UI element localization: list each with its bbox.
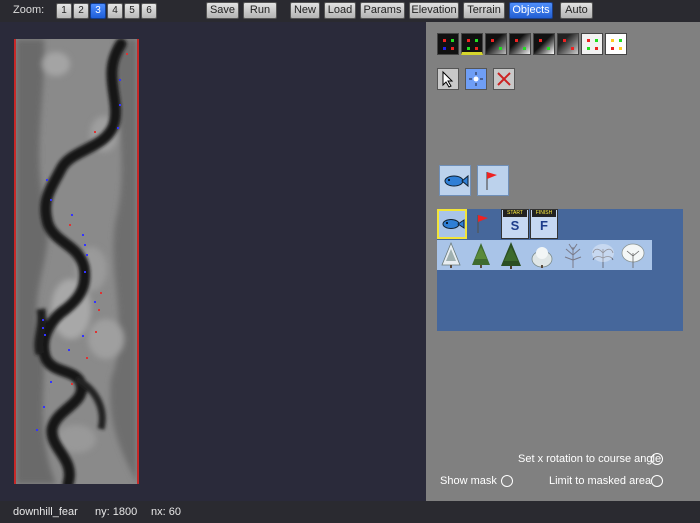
palette-start-gate[interactable]: START S xyxy=(501,209,529,239)
recent-flag-object[interactable] xyxy=(477,165,509,196)
tree-palette-row xyxy=(437,240,652,270)
show-mask-label: Show mask xyxy=(440,475,497,487)
red-flag-icon xyxy=(477,215,488,233)
swatch-black-white-grey[interactable] xyxy=(509,33,531,55)
set-x-rotation-radio[interactable] xyxy=(651,453,663,465)
terrain-map-image xyxy=(16,39,137,484)
fish-icon xyxy=(444,174,469,188)
delete-tool-button[interactable] xyxy=(493,68,515,90)
bare-tree-icon xyxy=(564,243,582,268)
zoom-4-button[interactable]: 4 xyxy=(107,3,123,19)
elevation-tab[interactable]: Elevation xyxy=(409,2,459,19)
params-button[interactable]: Params xyxy=(360,2,405,19)
zoom-1-button[interactable]: 1 xyxy=(56,3,72,19)
show-mask-radio[interactable] xyxy=(501,475,513,487)
palette-flag[interactable] xyxy=(469,209,499,239)
limit-to-masked-radio[interactable] xyxy=(651,475,663,487)
swatch-black-grey-red[interactable] xyxy=(557,33,579,55)
new-button[interactable]: New xyxy=(290,2,320,19)
swatch-black-red-green[interactable] xyxy=(461,33,483,55)
snowy-bush-icon xyxy=(531,247,553,268)
zoom-6-button[interactable]: 6 xyxy=(141,3,157,19)
run-button[interactable]: Run xyxy=(243,2,277,19)
snowy-pine-icon xyxy=(441,241,461,268)
limit-to-masked-label: Limit to masked area xyxy=(549,475,652,487)
palette-frosted-tree[interactable] xyxy=(590,241,616,269)
select-tool-button[interactable] xyxy=(437,68,459,90)
swatch-white-yellow-red[interactable] xyxy=(605,33,627,55)
recent-fish-object[interactable] xyxy=(439,165,471,196)
load-button[interactable]: Load xyxy=(324,2,356,19)
auto-button[interactable]: Auto xyxy=(560,2,593,19)
finish-header: FINISH xyxy=(532,210,556,217)
palette-fish[interactable] xyxy=(437,209,467,239)
set-x-rotation-label: Set x rotation to course angle xyxy=(518,453,662,465)
delete-icon xyxy=(497,72,511,86)
swatch-black-grey[interactable] xyxy=(485,33,507,55)
palette-pine-tree[interactable] xyxy=(468,241,494,269)
snowy-deciduous-icon xyxy=(621,243,645,268)
swatch-white-red-green[interactable] xyxy=(581,33,603,55)
objects-panel: START S FINISH F Set x rotation to cours… xyxy=(426,22,700,501)
finish-letter: F xyxy=(540,218,548,233)
course-name: downhill_fear xyxy=(13,506,78,518)
object-palette: START S FINISH F xyxy=(437,209,683,331)
swatch-black-white[interactable] xyxy=(533,33,555,55)
save-button[interactable]: Save xyxy=(206,2,239,19)
place-object-icon xyxy=(469,72,483,86)
palette-bare-tree[interactable] xyxy=(560,241,586,269)
pine-tree-icon xyxy=(472,243,490,268)
frosted-tree-icon xyxy=(592,244,614,268)
red-flag-icon xyxy=(486,172,497,190)
select-arrow-icon xyxy=(442,70,454,88)
palette-pine-tree-dark[interactable] xyxy=(498,241,524,269)
palette-snowy-pine[interactable] xyxy=(438,241,464,269)
course-nx: nx: 60 xyxy=(151,506,181,518)
course-map[interactable] xyxy=(14,39,139,484)
start-letter: S xyxy=(510,218,520,233)
status-bar: downhill_fear ny: 1800 nx: 60 xyxy=(0,501,700,523)
zoom-5-button[interactable]: 5 xyxy=(124,3,140,19)
course-canvas[interactable] xyxy=(0,22,426,501)
palette-finish-gate[interactable]: FINISH F xyxy=(530,209,558,239)
palette-snowy-deciduous[interactable] xyxy=(620,241,646,269)
course-ny: ny: 1800 xyxy=(95,506,138,518)
zoom-label: Zoom: xyxy=(13,4,45,16)
terrain-tab[interactable]: Terrain xyxy=(463,2,505,19)
zoom-3-button[interactable]: 3 xyxy=(90,3,106,19)
place-tool-button[interactable] xyxy=(465,68,487,90)
palette-snowy-bush[interactable] xyxy=(529,241,555,269)
swatch-black-red-blue[interactable] xyxy=(437,33,459,55)
pine-tree-dark-icon xyxy=(501,242,521,269)
start-header: START xyxy=(503,210,527,217)
zoom-2-button[interactable]: 2 xyxy=(73,3,89,19)
toolbar: Zoom: 1 2 3 4 5 6 Save Run New Load Para… xyxy=(0,0,700,22)
objects-tab[interactable]: Objects xyxy=(509,2,553,19)
fish-icon xyxy=(442,219,465,229)
